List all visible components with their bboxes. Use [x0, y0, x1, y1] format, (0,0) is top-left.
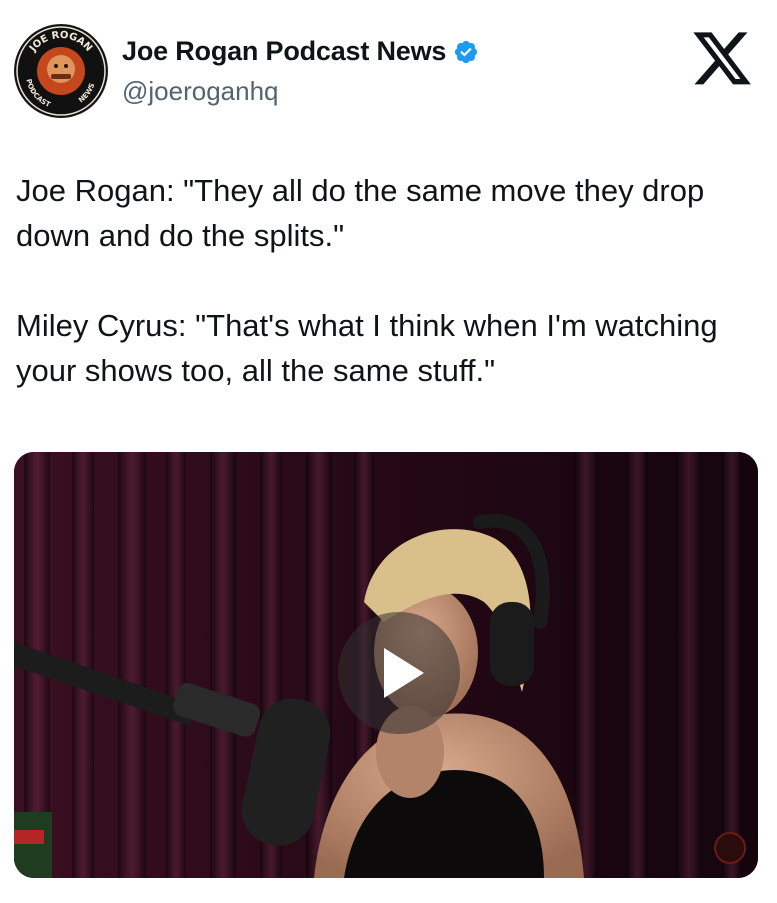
account-handle[interactable]: @joeroganhq	[122, 76, 279, 107]
play-button[interactable]	[338, 612, 460, 734]
account-avatar[interactable]: JOE ROGAN PODCAST NEWS	[14, 24, 108, 118]
tweet-paragraph: Miley Cyrus: "That's what I think when I…	[16, 308, 718, 388]
verified-badge-icon	[455, 40, 478, 63]
x-logo-icon[interactable]	[690, 30, 754, 92]
account-name-row: Joe Rogan Podcast News	[122, 36, 479, 67]
account-display-name[interactable]: Joe Rogan Podcast News	[122, 36, 446, 67]
channel-watermark-icon	[714, 832, 746, 864]
video-thumbnail[interactable]	[14, 452, 758, 878]
tweet-header: JOE ROGAN PODCAST NEWS Joe Rogan Podcast…	[0, 0, 777, 140]
bottle	[14, 812, 52, 878]
tweet-text: Joe Rogan: "They all do the same move th…	[16, 168, 756, 393]
play-icon	[384, 648, 424, 698]
tweet-paragraph: Joe Rogan: "They all do the same move th…	[16, 173, 705, 253]
